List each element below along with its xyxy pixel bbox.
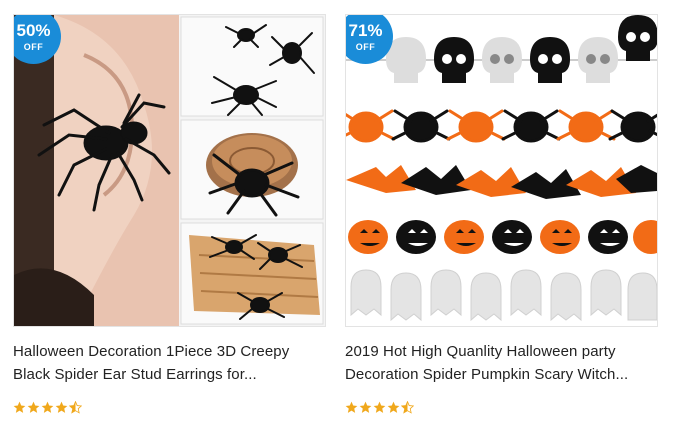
star-half-icon: [69, 401, 82, 414]
halloween-garland-photo: [346, 15, 657, 326]
product-title-line: Black Spider Ear Stud Earrings for...: [13, 366, 257, 383]
product-title[interactable]: Halloween Decoration 1Piece 3D Creepy Bl…: [13, 340, 326, 386]
star-full-icon: [345, 401, 358, 413]
star-full-icon: [27, 401, 40, 413]
product-image[interactable]: 50% OFF: [13, 14, 326, 327]
discount-percent: 50%: [16, 21, 51, 40]
star-full-icon: [387, 401, 400, 413]
star-full-icon: [13, 401, 26, 413]
discount-percent: 71%: [348, 21, 383, 40]
star-half-icon: [401, 401, 414, 414]
star-rating: [13, 401, 326, 414]
discount-off-label: OFF: [355, 42, 376, 52]
discount-off-label: OFF: [23, 42, 44, 52]
star-full-icon: [55, 401, 68, 413]
product-title-line: Halloween Decoration 1Piece 3D Creepy: [13, 343, 290, 360]
product-title-line: 2019 Hot High Quanlity Halloween party: [345, 343, 616, 360]
star-rating: [345, 401, 658, 414]
product-title[interactable]: 2019 Hot High Quanlity Halloween party D…: [345, 340, 658, 386]
product-image[interactable]: 71% OFF: [345, 14, 658, 327]
product-title-line: Decoration Spider Pumpkin Scary Witch...: [345, 366, 629, 383]
spider-earring-photo: [14, 15, 325, 326]
product-grid: 50% OFF Halloween Decoration 1Piece 3D C…: [0, 0, 675, 436]
star-full-icon: [373, 401, 386, 413]
product-card[interactable]: 71% OFF 2019 Hot High Quanlity Halloween…: [345, 14, 658, 414]
star-full-icon: [359, 401, 372, 413]
product-card[interactable]: 50% OFF Halloween Decoration 1Piece 3D C…: [13, 14, 326, 414]
star-full-icon: [41, 401, 54, 413]
